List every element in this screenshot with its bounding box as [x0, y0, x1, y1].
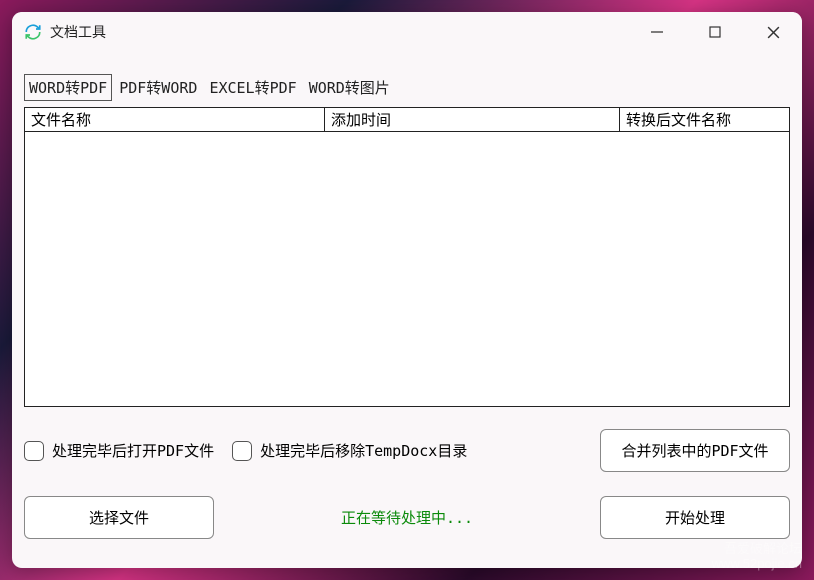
window-controls — [628, 12, 802, 52]
minimize-button[interactable] — [628, 12, 686, 52]
status-text: 正在等待处理中... — [214, 507, 600, 528]
tab-bar: WORD转PDF PDF转WORD EXCEL转PDF WORD转图片 — [12, 74, 802, 101]
app-window: 文档工具 WORD转PDF PDF转WORD EXCEL转PDF WORD转图片… — [12, 12, 802, 568]
titlebar: 文档工具 — [12, 12, 802, 52]
checkbox-remove-temp[interactable] — [232, 441, 252, 461]
start-button[interactable]: 开始处理 — [600, 496, 790, 539]
tab-excel-to-pdf[interactable]: EXCEL转PDF — [204, 74, 301, 101]
column-addtime[interactable]: 添加时间 — [325, 108, 620, 131]
checkbox-open-pdf[interactable] — [24, 441, 44, 461]
label-open-pdf: 处理完毕后打开PDF文件 — [52, 440, 214, 461]
table-body[interactable] — [25, 132, 789, 406]
merge-button[interactable]: 合并列表中的PDF文件 — [600, 429, 790, 472]
file-table: 文件名称 添加时间 转换后文件名称 — [24, 107, 790, 407]
actions-row: 选择文件 正在等待处理中... 开始处理 — [24, 496, 790, 539]
column-filename[interactable]: 文件名称 — [25, 108, 325, 131]
options-row: 处理完毕后打开PDF文件 处理完毕后移除TempDocx目录 合并列表中的PDF… — [24, 429, 790, 472]
tab-pdf-to-word[interactable]: PDF转WORD — [114, 74, 202, 101]
tab-word-to-image[interactable]: WORD转图片 — [304, 74, 395, 101]
close-button[interactable] — [744, 12, 802, 52]
maximize-button[interactable] — [686, 12, 744, 52]
column-outputname[interactable]: 转换后文件名称 — [620, 108, 789, 131]
app-title: 文档工具 — [50, 22, 106, 42]
refresh-icon — [24, 23, 42, 41]
content-area: 文件名称 添加时间 转换后文件名称 处理完毕后打开PDF文件 处理完毕后移除Te… — [12, 101, 802, 568]
select-file-button[interactable]: 选择文件 — [24, 496, 214, 539]
table-header: 文件名称 添加时间 转换后文件名称 — [25, 108, 789, 132]
label-remove-temp: 处理完毕后移除TempDocx目录 — [260, 440, 467, 461]
tab-word-to-pdf[interactable]: WORD转PDF — [24, 74, 112, 101]
